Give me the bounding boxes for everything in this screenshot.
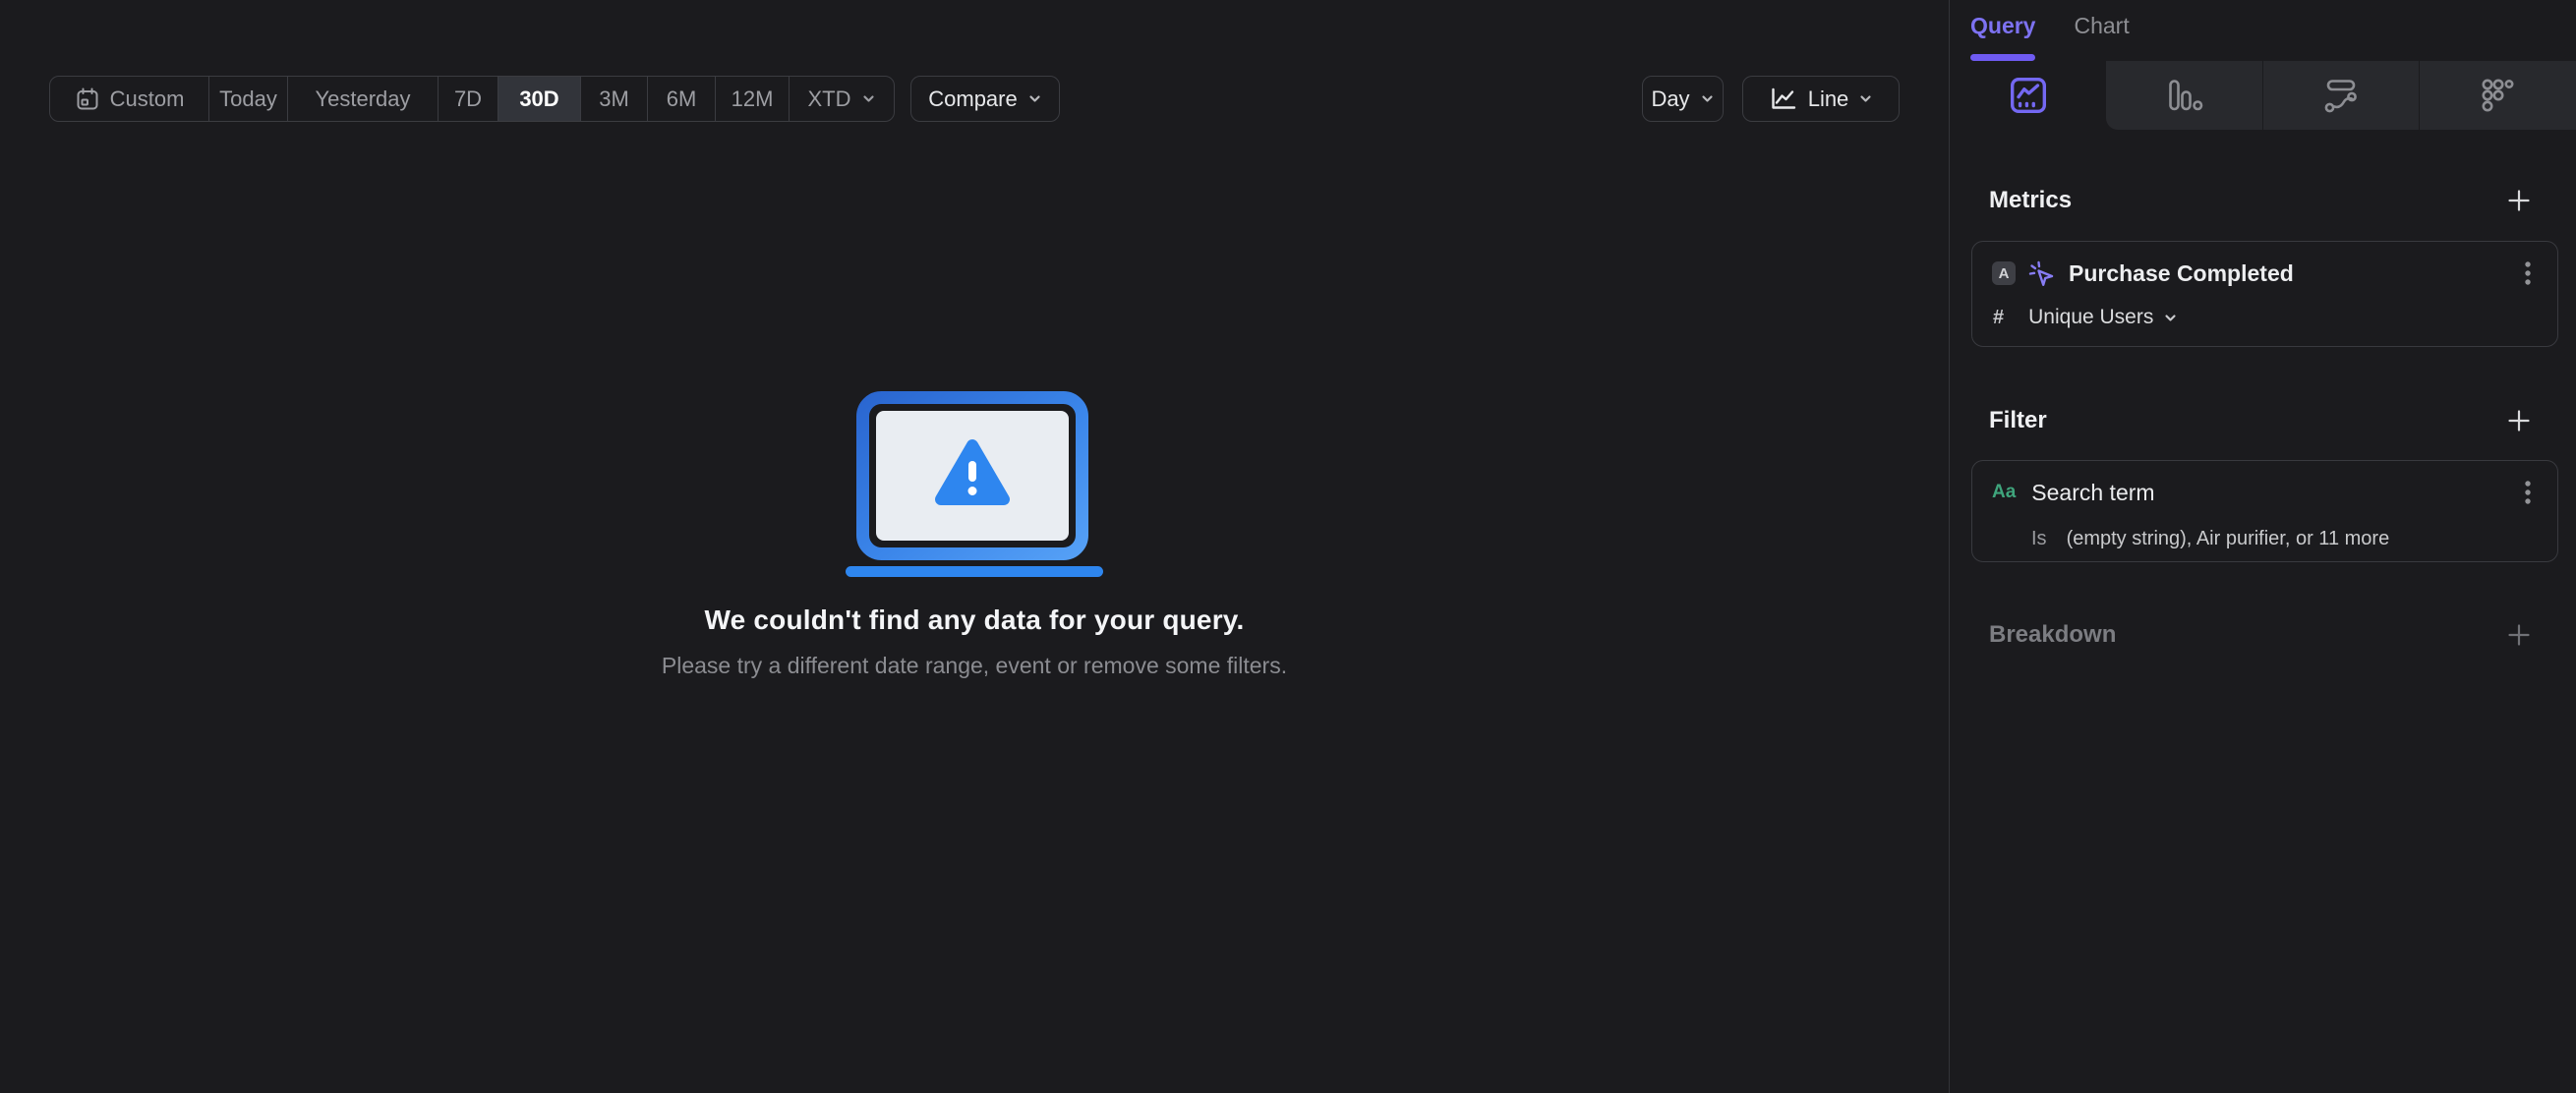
date-toolbar: Custom Today Yesterday 7D 30D 3M 6M 12M … (49, 76, 1060, 122)
insights-chart-icon (2010, 78, 2046, 113)
plus-icon (2508, 410, 2530, 431)
query-panel: Query Chart Metrics A Purchase Completed… (1949, 0, 2576, 1093)
metric-row: A Purchase Completed (1992, 258, 2532, 289)
chevron-down-icon (1029, 95, 1040, 102)
empty-state-title: We couldn't find any data for your query… (704, 604, 1245, 635)
chevron-down-icon (2165, 314, 2176, 321)
chart-type-button[interactable]: Line (1742, 76, 1900, 122)
date-range-label: Custom (109, 86, 185, 111)
filter-row: Aa Search term (1992, 477, 2532, 508)
breakdown-title: Breakdown (1989, 621, 2117, 648)
main-canvas: Custom Today Yesterday 7D 30D 3M 6M 12M … (0, 0, 1949, 1093)
filter-section-header: Filter (1989, 407, 2531, 434)
filter-value: (empty string), Air purifier, or 11 more (2066, 528, 2390, 549)
date-range-30d[interactable]: 30D (498, 77, 581, 121)
inactive-tab-strip (2106, 61, 2576, 130)
metrics-section-header: Metrics (1989, 187, 2531, 214)
date-range-today[interactable]: Today (209, 77, 288, 121)
filter-condition[interactable]: Is (empty string), Air purifier, or 11 m… (2031, 528, 2557, 550)
event-cursor-icon (2028, 260, 2054, 286)
string-type-icon: Aa (1992, 482, 2017, 502)
view-controls: Day Line (1642, 76, 1900, 122)
plus-icon (2508, 190, 2530, 211)
aggregation-dropdown[interactable]: # Unique Users (1993, 306, 2557, 329)
date-range-3m[interactable]: 3M (581, 77, 648, 121)
date-range-custom[interactable]: Custom (50, 77, 209, 121)
tab-chart[interactable]: Chart (2074, 13, 2129, 61)
kebab-icon[interactable] (2524, 479, 2532, 506)
tab-insights[interactable] (1950, 61, 2106, 130)
calendar-icon (77, 87, 98, 109)
chevron-down-icon (1860, 95, 1871, 102)
kebab-icon[interactable] (2524, 259, 2532, 287)
tab-retention[interactable] (2419, 61, 2576, 130)
date-range-12m[interactable]: 12M (716, 77, 790, 121)
laptop-warning-illustration (846, 391, 1103, 577)
hash-icon: # (1993, 306, 2005, 328)
metric-letter-badge: A (1992, 261, 2016, 285)
date-range-6m[interactable]: 6M (648, 77, 716, 121)
insights-report-page: Custom Today Yesterday 7D 30D 3M 6M 12M … (0, 0, 2576, 1093)
metrics-title: Metrics (1989, 187, 2073, 213)
date-range-7d[interactable]: 7D (439, 77, 498, 121)
plus-icon (2508, 624, 2530, 646)
analysis-type-tabs (1950, 61, 2576, 130)
metric-event-name[interactable]: Purchase Completed (2069, 260, 2294, 287)
filter-operator: Is (2031, 528, 2047, 549)
empty-state-subtitle: Please try a different date range, event… (661, 653, 1288, 678)
date-range-picker: Custom Today Yesterday 7D 30D 3M 6M 12M … (49, 76, 895, 122)
tab-flows[interactable] (2261, 61, 2420, 130)
add-metric-button[interactable] (2507, 189, 2531, 212)
line-chart-icon (1772, 87, 1795, 109)
retention-dots-icon (2482, 79, 2514, 112)
chevron-down-icon (1701, 95, 1713, 102)
metric-card[interactable]: A Purchase Completed # Unique Users (1971, 241, 2558, 347)
date-range-yesterday[interactable]: Yesterday (288, 77, 439, 121)
add-filter-button[interactable] (2507, 409, 2531, 432)
granularity-button[interactable]: Day (1642, 76, 1724, 122)
chevron-down-icon (862, 95, 874, 102)
empty-state: We couldn't find any data for your query… (0, 391, 1949, 679)
tab-funnels[interactable] (2106, 61, 2262, 130)
filter-property-name[interactable]: Search term (2031, 480, 2154, 506)
panel-tabs: Query Chart (1950, 0, 2576, 61)
breakdown-section-header: Breakdown (1989, 621, 2531, 649)
filter-title: Filter (1989, 407, 2047, 433)
add-breakdown-button[interactable] (2507, 623, 2531, 647)
compare-button[interactable]: Compare (910, 76, 1060, 122)
flows-icon (2324, 80, 2358, 113)
tab-query[interactable]: Query (1970, 13, 2036, 61)
funnel-bars-icon (2168, 80, 2202, 111)
aggregation-label: Unique Users (2028, 306, 2154, 328)
date-range-xtd[interactable]: XTD (790, 77, 894, 121)
filter-card[interactable]: Aa Search term Is (empty string), Air pu… (1971, 460, 2558, 562)
